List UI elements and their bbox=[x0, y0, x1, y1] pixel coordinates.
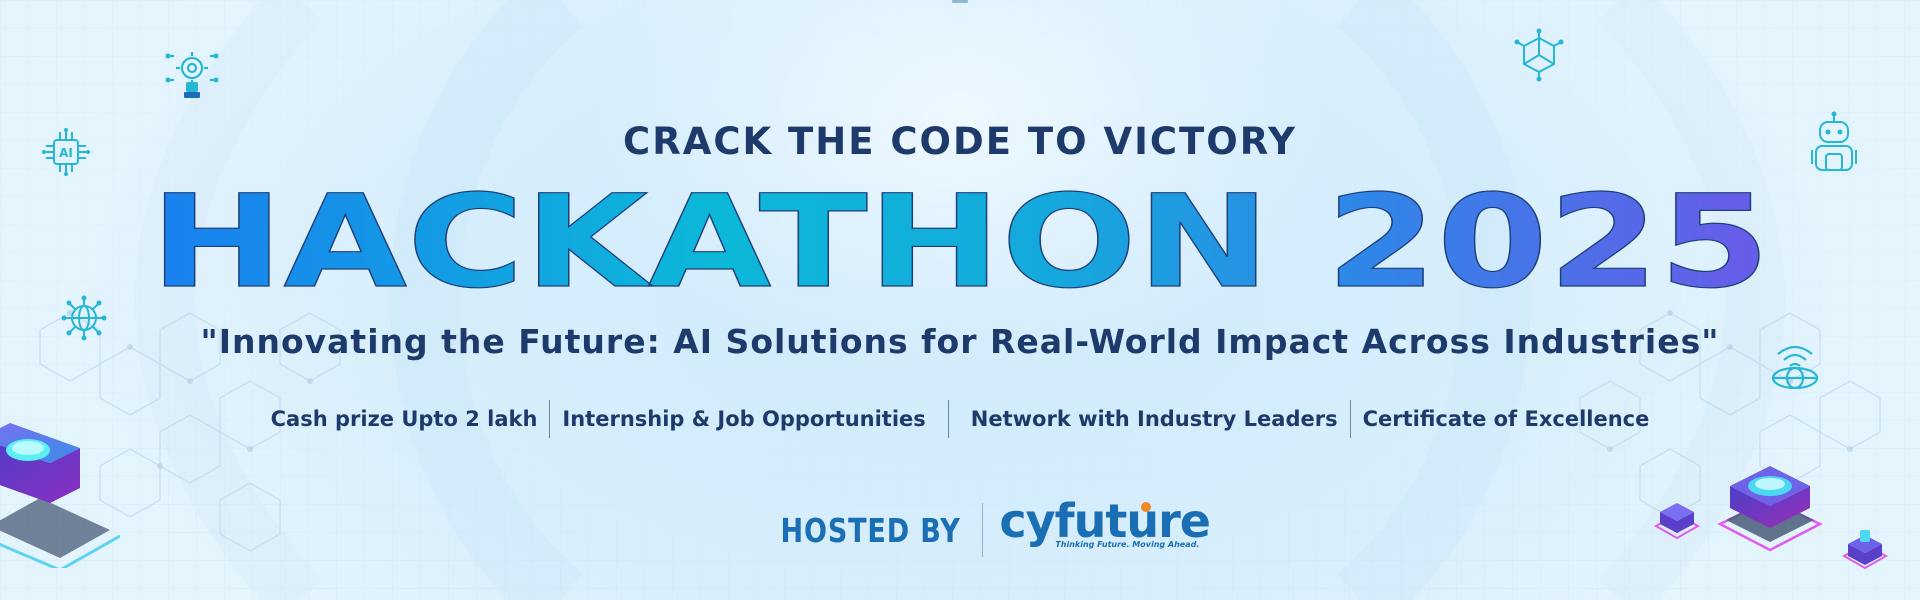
tagline: "Innovating the Future: AI Solutions for… bbox=[200, 322, 1720, 361]
svg-text:AI: AI bbox=[59, 146, 73, 160]
feature-certificate: Certificate of Excellence bbox=[1362, 407, 1650, 431]
small-cube-icon bbox=[1654, 503, 1700, 540]
features-row: Cash prize Upto 2 lakh Internship & Job … bbox=[0, 400, 1920, 438]
ai-chip-icon: AI bbox=[42, 128, 90, 176]
globe-network-icon bbox=[61, 295, 107, 341]
headline: CRACK THE CODE TO VICTORY bbox=[623, 120, 1297, 163]
gear-hand-icon bbox=[165, 52, 219, 98]
hosted-divider bbox=[982, 503, 984, 557]
hackathon-title-text: HACKATHON 2025 bbox=[150, 186, 1770, 296]
small-cube-icon bbox=[1842, 530, 1888, 570]
brand-tagline: Thinking Future. Moving Ahead. bbox=[1055, 540, 1200, 549]
platform-cube-left bbox=[0, 423, 120, 568]
feature-cash-prize: Cash prize Upto 2 lakh bbox=[270, 407, 538, 431]
molecule-cube-icon bbox=[1514, 28, 1564, 82]
hackathon-title: HACKATHON 2025 bbox=[149, 186, 1770, 296]
robot-icon bbox=[1811, 111, 1857, 171]
brand-logo: cyfuture Thinking Future. Moving Ahead. bbox=[999, 494, 1211, 560]
hackathon-banner: CRACK THE CODE TO VICTORY HACKATHON 2025… bbox=[0, 0, 1920, 600]
feature-divider bbox=[947, 400, 949, 438]
hosted-by-label: HOSTED BY bbox=[780, 510, 961, 550]
feature-network: Network with Industry Leaders bbox=[970, 407, 1338, 431]
hosted-by-row: HOSTED BY cyfuture Thinking Future. Movi… bbox=[0, 494, 1920, 560]
platform-cube-right bbox=[1717, 466, 1823, 552]
wifi-globe-icon bbox=[1771, 345, 1819, 390]
feature-internship: Internship & Job Opportunities bbox=[562, 407, 926, 431]
